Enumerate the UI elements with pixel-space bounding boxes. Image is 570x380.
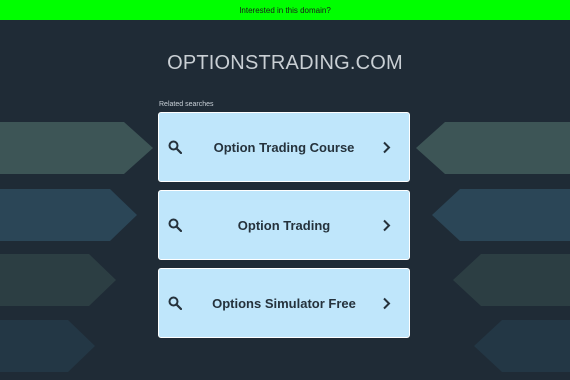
search-icon	[168, 296, 182, 310]
related-search-link-option-trading[interactable]: Option Trading	[158, 190, 410, 260]
domain-name: OPTIONSTRADING.COM	[167, 52, 403, 74]
related-search-label: Options Simulator Free	[212, 295, 356, 311]
decorative-arrow-right-4	[474, 320, 570, 372]
related-search-link-options-simulator-free[interactable]: Options Simulator Free	[158, 268, 410, 338]
decorative-arrow-left-1	[0, 122, 153, 174]
decorative-arrow-right-3	[453, 254, 570, 306]
related-search-link-option-trading-course[interactable]: Option Trading Course	[158, 112, 410, 182]
related-searches-label: Related searches	[159, 101, 214, 108]
decorative-arrow-left-4	[0, 320, 95, 372]
decorative-arrow-left-3	[0, 254, 116, 306]
chevron-right-icon	[383, 297, 391, 310]
decorative-arrow-left-2	[0, 189, 137, 241]
search-icon	[168, 140, 182, 154]
decorative-arrow-right-1	[416, 122, 570, 174]
related-search-label: Option Trading	[237, 217, 331, 233]
related-search-label: Option Trading Course	[213, 139, 355, 155]
chevron-right-icon	[383, 141, 391, 154]
chevron-right-icon	[383, 219, 391, 232]
domain-interest-banner[interactable]: Interested in this domain?	[0, 0, 570, 20]
search-icon	[168, 218, 182, 232]
decorative-arrow-right-2	[432, 189, 570, 241]
